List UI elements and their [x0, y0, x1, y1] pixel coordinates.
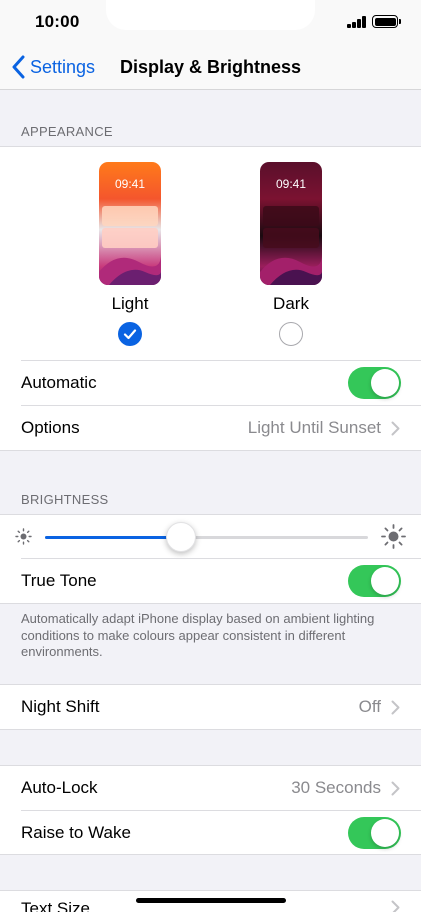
notch: [106, 0, 315, 30]
night-shift-group: Night Shift Off: [0, 684, 421, 730]
true-tone-row: True Tone: [0, 559, 421, 603]
light-mode-preview[interactable]: 09:41: [99, 162, 161, 285]
night-shift-value: Off: [358, 697, 381, 716]
checkmark-icon: [123, 329, 137, 340]
page-title: Display & Brightness: [119, 57, 302, 77]
options-label: Options: [21, 418, 80, 437]
sun-large-icon: [381, 524, 406, 549]
status-bar: 10:00: [0, 0, 421, 44]
automatic-toggle[interactable]: [348, 367, 401, 399]
auto-lock-row[interactable]: Auto-Lock 30 Seconds: [0, 766, 421, 810]
status-time: 10:00: [35, 12, 80, 31]
light-mode-radio[interactable]: [118, 322, 142, 346]
preview-wallpaper-shape: [99, 254, 161, 285]
navigation-bar: Settings Display & Brightness: [0, 44, 421, 90]
auto-lock-label: Auto-Lock: [21, 778, 98, 797]
auto-lock-value: 30 Seconds: [291, 778, 381, 797]
home-indicator[interactable]: [136, 898, 286, 903]
raise-to-wake-toggle[interactable]: [348, 817, 401, 849]
preview-time: 09:41: [275, 177, 307, 191]
chevron-right-icon: [391, 900, 400, 912]
preview-time: 09:41: [114, 177, 146, 191]
options-row[interactable]: Options Light Until Sunset: [0, 406, 421, 450]
raise-to-wake-row: Raise to Wake: [0, 811, 421, 855]
appearance-group: 09:41 Light 09:41 Dark Automatic Options…: [0, 146, 421, 451]
lock-group: Auto-Lock 30 Seconds Raise to Wake: [0, 765, 421, 855]
preview-notification: [102, 206, 158, 226]
section-header-appearance: APPEARANCE: [21, 124, 113, 139]
raise-to-wake-label: Raise to Wake: [21, 823, 131, 842]
brightness-slider-thumb[interactable]: [165, 522, 196, 552]
section-header-brightness: BRIGHTNESS: [21, 492, 109, 507]
dark-mode-radio[interactable]: [279, 322, 303, 346]
brightness-slider[interactable]: [45, 522, 368, 552]
dark-mode-preview[interactable]: 09:41: [260, 162, 322, 285]
night-shift-label: Night Shift: [21, 697, 100, 716]
automatic-row: Automatic: [0, 361, 421, 405]
chevron-right-icon: [391, 781, 400, 795]
signal-icon: [347, 16, 367, 28]
text-size-label: Text Size: [21, 899, 90, 912]
options-value: Light Until Sunset: [247, 418, 381, 437]
preview-wallpaper-shape: [260, 254, 322, 285]
dark-mode-label: Dark: [273, 294, 309, 313]
chevron-right-icon: [391, 700, 400, 714]
automatic-label: Automatic: [21, 373, 97, 392]
sun-small-icon: [15, 528, 32, 545]
light-mode-label: Light: [111, 294, 149, 313]
true-tone-toggle[interactable]: [348, 565, 401, 597]
battery-icon: [372, 15, 401, 28]
preview-notification: [263, 206, 319, 226]
chevron-right-icon: [391, 421, 400, 435]
true-tone-label: True Tone: [21, 571, 97, 590]
night-shift-row[interactable]: Night Shift Off: [0, 685, 421, 729]
brightness-slider-fill: [45, 536, 181, 539]
true-tone-footnote: Automatically adapt iPhone display based…: [21, 611, 375, 659]
